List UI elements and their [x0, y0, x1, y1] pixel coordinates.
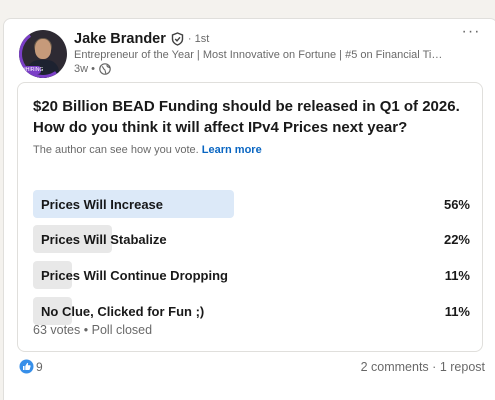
poll-status: Poll closed	[91, 323, 153, 337]
author-headline: Entrepreneur of the Year | Most Innovati…	[74, 49, 443, 61]
author-name-row: Jake Brander · 1st	[74, 30, 209, 48]
reposts-link[interactable]: 1 repost	[440, 360, 485, 374]
vote-count: 63 votes	[33, 323, 81, 337]
poll-option-percent: 11%	[444, 268, 470, 283]
post-time: 3w •	[74, 63, 95, 75]
poll-option-label: Prices Will Stabalize	[41, 232, 167, 247]
social-counts: 9 2 comments · 1 repost	[19, 359, 485, 377]
like-reaction-icon	[19, 359, 34, 374]
poll-option-percent: 11%	[444, 304, 470, 319]
author-avatar[interactable]: #HIRING	[19, 30, 67, 78]
globe-icon	[99, 63, 111, 75]
poll-option[interactable]: Prices Will Increase 56%	[33, 190, 470, 218]
engagement-counts: 2 comments · 1 repost	[361, 360, 485, 374]
poll-option[interactable]: No Clue, Clicked for Fun ;) 11%	[33, 297, 470, 325]
more-options-button[interactable]: ···	[459, 24, 483, 43]
poll-option-percent: 56%	[443, 197, 470, 212]
poll-footer-separator: •	[83, 323, 89, 337]
poll-option[interactable]: Prices Will Stabalize 22%	[33, 225, 470, 253]
poll-container: $20 Billion BEAD Funding should be relea…	[17, 82, 483, 352]
poll-option[interactable]: Prices Will Continue Dropping 11%	[33, 261, 470, 289]
poll-question: $20 Billion BEAD Funding should be relea…	[33, 98, 460, 136]
reaction-count: 9	[36, 359, 43, 374]
engagement-separator: ·	[432, 360, 437, 374]
comments-link[interactable]: 2 comments	[361, 360, 429, 374]
poll-option-label: No Clue, Clicked for Fun ;)	[41, 304, 205, 319]
post-card: #HIRING Jake Brander · 1st Entrepreneur …	[3, 18, 495, 400]
author-note-text: The author can see how you vote.	[33, 144, 199, 156]
verified-shield-icon	[171, 32, 184, 46]
poll-visibility-note: The author can see how you vote. Learn m…	[33, 144, 262, 156]
hiring-ring-label: #HIRING	[23, 66, 44, 74]
author-name[interactable]: Jake Brander	[74, 31, 166, 47]
reactions-summary[interactable]: 9	[19, 359, 43, 374]
poll-option-percent: 22%	[443, 232, 470, 247]
poll-option-label: Prices Will Continue Dropping	[41, 268, 228, 283]
poll-footer: 63 votes • Poll closed	[33, 323, 152, 337]
connection-degree: · 1st	[187, 33, 210, 45]
poll-option-label: Prices Will Increase	[41, 197, 164, 212]
learn-more-link[interactable]: Learn more	[202, 144, 262, 156]
post-meta: 3w •	[74, 63, 111, 75]
